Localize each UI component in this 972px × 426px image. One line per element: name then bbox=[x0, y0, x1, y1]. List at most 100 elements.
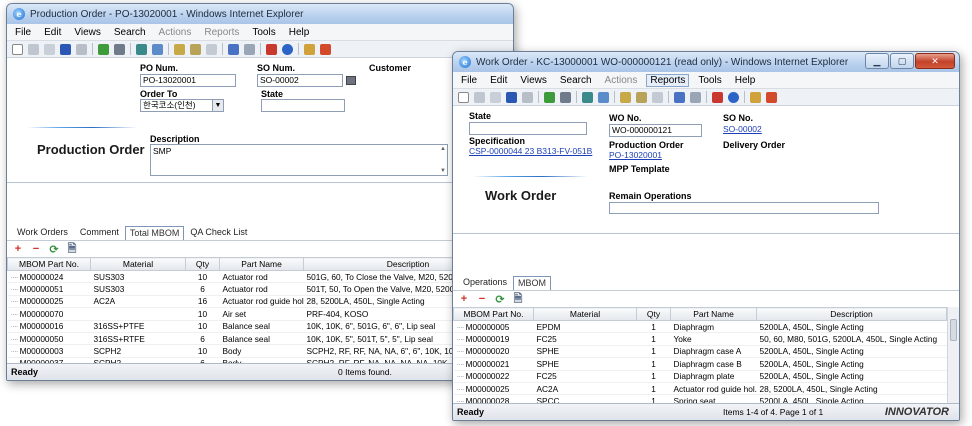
po-menu-views[interactable]: Views bbox=[74, 27, 101, 38]
wo-no-field[interactable]: WO-000000121 bbox=[609, 124, 702, 137]
po-menu-edit[interactable]: Edit bbox=[44, 27, 61, 38]
po-menu-tools[interactable]: Tools bbox=[252, 27, 275, 38]
help-icon[interactable] bbox=[728, 91, 739, 103]
table-row[interactable]: ···· M00000025 AC2A 16 Actuator rod guide ho… bbox=[7, 295, 513, 309]
state-field[interactable] bbox=[261, 99, 345, 112]
production-order-link[interactable]: PO-13020001 bbox=[609, 150, 662, 160]
table-row[interactable]: ···· M00000050 316SS+RTFE 6 Balance seal 10K,… bbox=[7, 332, 513, 346]
refresh-grid-icon[interactable]: ⟳ bbox=[495, 293, 505, 306]
po-menu-file[interactable]: File bbox=[15, 27, 31, 38]
view-icon[interactable] bbox=[136, 43, 147, 55]
wo-menu-search[interactable]: Search bbox=[560, 75, 592, 86]
wo-menu-views[interactable]: Views bbox=[520, 75, 547, 86]
edit-icon[interactable] bbox=[674, 91, 685, 103]
open-icon[interactable] bbox=[44, 43, 55, 55]
unlock-icon[interactable] bbox=[636, 91, 647, 103]
remove-icon[interactable]: − bbox=[477, 293, 487, 305]
col-material[interactable]: Material bbox=[533, 307, 637, 321]
so-lookup-button[interactable] bbox=[346, 76, 356, 85]
po-menu-search[interactable]: Search bbox=[114, 27, 146, 38]
close-doc-icon[interactable] bbox=[522, 91, 533, 103]
exit-icon[interactable] bbox=[320, 43, 331, 55]
tab-work-orders[interactable]: Work Orders bbox=[11, 227, 74, 240]
wo-menu-actions[interactable]: Actions bbox=[605, 75, 638, 86]
wo-menu-tools[interactable]: Tools bbox=[698, 75, 721, 86]
print-icon[interactable] bbox=[114, 43, 125, 55]
tab-mbom[interactable]: MBOM bbox=[513, 276, 552, 290]
exit-icon[interactable] bbox=[766, 91, 777, 103]
tab-comment[interactable]: Comment bbox=[74, 227, 125, 240]
wo-state-field[interactable] bbox=[469, 122, 587, 135]
table-row[interactable]: ···· M00000025 AC2A 1 Actuator rod guide hol… bbox=[453, 382, 947, 396]
help-icon[interactable] bbox=[282, 43, 293, 55]
tab-total-mbom[interactable]: Total MBOM bbox=[124, 226, 185, 240]
wo-menu-help[interactable]: Help bbox=[735, 75, 756, 86]
col-qty[interactable]: Qty bbox=[185, 257, 220, 271]
close-doc-icon[interactable] bbox=[76, 43, 87, 55]
wo-titlebar[interactable]: e Work Order - KC-13000001 WO-000000121 … bbox=[453, 52, 959, 72]
col-mbom-part-no[interactable]: MBOM Part No. bbox=[7, 257, 91, 271]
wo-vertical-scrollbar[interactable] bbox=[947, 307, 959, 411]
form-icon[interactable] bbox=[598, 91, 609, 103]
flag-icon[interactable] bbox=[266, 43, 277, 55]
wo-menu-file[interactable]: File bbox=[461, 75, 477, 86]
key-icon[interactable] bbox=[750, 91, 761, 103]
so-num-field[interactable]: SO-00002 bbox=[257, 74, 343, 87]
chart-icon[interactable] bbox=[244, 43, 255, 55]
undo-icon[interactable] bbox=[652, 91, 663, 103]
col-part-name[interactable]: Part Name bbox=[219, 257, 304, 271]
tab-operations[interactable]: Operations bbox=[457, 277, 513, 290]
minimize-icon[interactable]: ▁ bbox=[865, 53, 889, 69]
table-row[interactable]: ···· M00000005 EPDM 1 Diaphragm 5200LA, 450L,… bbox=[453, 320, 947, 334]
refresh-icon[interactable] bbox=[544, 91, 555, 103]
flag-icon[interactable] bbox=[712, 91, 723, 103]
col-qty[interactable]: Qty bbox=[636, 307, 671, 321]
add-icon[interactable]: + bbox=[459, 293, 469, 305]
add-icon[interactable]: + bbox=[13, 243, 23, 255]
view-icon[interactable] bbox=[582, 91, 593, 103]
table-row[interactable]: ···· M00000020 SPHE 1 Diaphragm case A 5200LA… bbox=[453, 345, 947, 359]
open-icon[interactable] bbox=[490, 91, 501, 103]
refresh-grid-icon[interactable]: ⟳ bbox=[49, 243, 59, 256]
remain-operations-field[interactable] bbox=[609, 202, 879, 214]
description-textarea[interactable]: SMP ▲ ▼ bbox=[150, 144, 448, 176]
table-row[interactable]: ···· M00000003 SCPH2 10 Body SCPH2, RF, RF, N… bbox=[7, 344, 513, 358]
table-row[interactable]: ···· M00000016 316SS+PTFE 10 Balance seal 10K… bbox=[7, 320, 513, 333]
so-no-link[interactable]: SO-00002 bbox=[723, 124, 762, 134]
wo-menu-reports[interactable]: Reports bbox=[646, 73, 690, 87]
key-icon[interactable] bbox=[304, 43, 315, 55]
save-icon[interactable] bbox=[60, 43, 71, 55]
col-part-name[interactable]: Part Name bbox=[670, 307, 757, 321]
table-row[interactable]: ···· M00000024 SUS303 10 Actuator rod 501G, 6… bbox=[7, 270, 513, 284]
maximize-icon[interactable]: ▢ bbox=[890, 53, 914, 69]
edit-icon[interactable] bbox=[228, 43, 239, 55]
remove-icon[interactable]: − bbox=[31, 243, 41, 255]
preview-icon[interactable]: 🗎 bbox=[513, 290, 523, 309]
col-description[interactable]: Description bbox=[756, 307, 947, 321]
scroll-up-icon[interactable]: ▲ bbox=[440, 146, 446, 152]
table-row[interactable]: ···· M00000021 SPHE 1 Diaphragm case B 5200LA… bbox=[453, 357, 947, 371]
wo-menu-edit[interactable]: Edit bbox=[490, 75, 507, 86]
table-row[interactable]: ···· M00000051 SUS303 6 Actuator rod 501T, 50… bbox=[7, 282, 513, 296]
new-icon[interactable] bbox=[12, 43, 23, 55]
po-num-field[interactable]: PO-13020001 bbox=[140, 74, 236, 87]
chevron-down-icon[interactable]: ▼ bbox=[212, 100, 223, 111]
copy-icon[interactable] bbox=[28, 43, 39, 55]
col-mbom-part-no[interactable]: MBOM Part No. bbox=[453, 307, 534, 321]
table-row[interactable]: ···· M00000019 FC25 1 Yoke 50, 60, M80, 501G,… bbox=[453, 332, 947, 346]
scroll-down-icon[interactable]: ▼ bbox=[440, 168, 446, 174]
po-titlebar[interactable]: e Production Order - PO-13020001 - Windo… bbox=[7, 4, 513, 24]
close-icon[interactable]: ✕ bbox=[915, 53, 955, 69]
lock-icon[interactable] bbox=[174, 43, 185, 55]
specification-link[interactable]: CSP-0000044 23 B313-FV-051B bbox=[469, 146, 592, 156]
new-icon[interactable] bbox=[458, 91, 469, 103]
undo-icon[interactable] bbox=[206, 43, 217, 55]
print-icon[interactable] bbox=[560, 91, 571, 103]
po-menu-reports[interactable]: Reports bbox=[204, 27, 239, 38]
po-menu-help[interactable]: Help bbox=[289, 27, 310, 38]
table-row[interactable]: ···· M00000070 10 Air set PRF-404, KOSO bbox=[7, 307, 513, 321]
preview-icon[interactable]: 🗎 bbox=[67, 240, 77, 259]
tab-qa-check-list[interactable]: QA Check List bbox=[184, 227, 253, 240]
unlock-icon[interactable] bbox=[190, 43, 201, 55]
scrollbar-thumb[interactable] bbox=[950, 319, 957, 341]
